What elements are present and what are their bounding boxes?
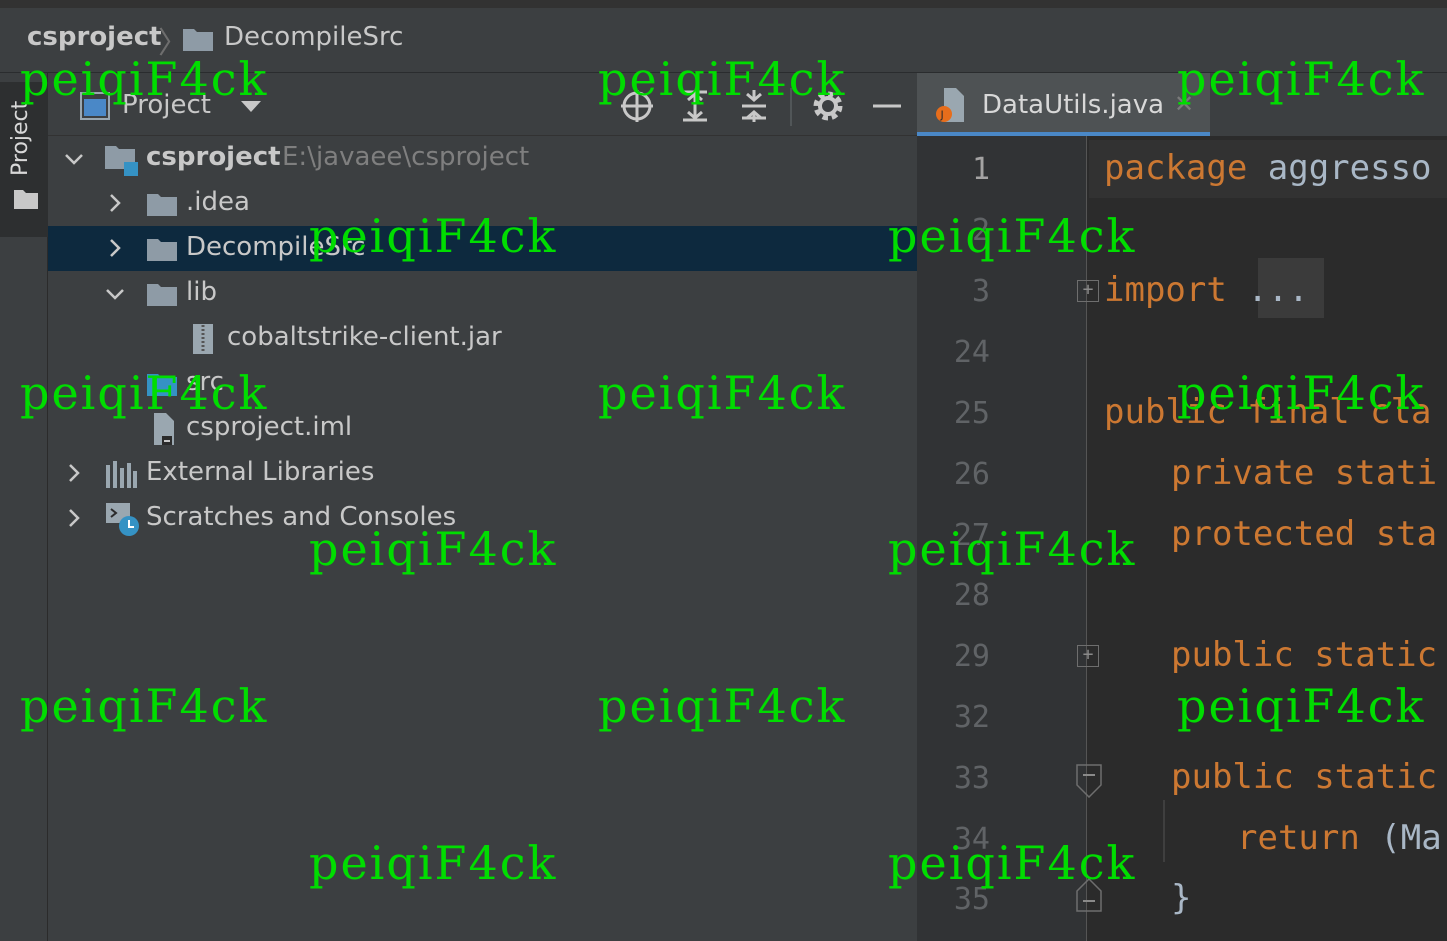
folder-icon bbox=[183, 29, 213, 51]
code-line-26: private stati bbox=[1171, 453, 1438, 493]
indent-guide bbox=[1163, 800, 1165, 862]
project-view-icon bbox=[80, 92, 110, 120]
line-number: 35 bbox=[953, 882, 990, 917]
scratches-icon bbox=[106, 503, 139, 536]
tree-label: .idea bbox=[186, 187, 250, 217]
chevron-right-icon[interactable] bbox=[105, 238, 125, 258]
tree-row-decompilesrc[interactable]: DecompileSrc bbox=[48, 226, 917, 271]
code-line-34: return (Ma bbox=[1237, 818, 1442, 858]
line-number: 33 bbox=[953, 761, 990, 796]
breadcrumb-root[interactable]: csproject bbox=[27, 22, 162, 52]
fold-expand-icon[interactable]: + bbox=[1077, 645, 1099, 667]
tree-label: cobaltstrike-client.jar bbox=[227, 322, 502, 352]
line-number: 1 bbox=[971, 152, 990, 187]
tree-row-external-libraries[interactable]: External Libraries bbox=[48, 451, 917, 496]
tree-label: src bbox=[186, 367, 224, 397]
line-number: 29 bbox=[953, 639, 990, 674]
chevron-right-icon[interactable] bbox=[64, 463, 84, 483]
fold-collapse-icon[interactable] bbox=[1076, 764, 1102, 798]
chevron-down-icon[interactable] bbox=[240, 100, 262, 114]
tree-label: csproject bbox=[146, 142, 281, 172]
minimize-icon[interactable] bbox=[869, 88, 905, 124]
fold-end-icon[interactable] bbox=[1076, 878, 1102, 912]
tree-label: External Libraries bbox=[146, 457, 375, 487]
editor-tab-label: DataUtils.java bbox=[982, 90, 1165, 120]
toolbar-divider bbox=[790, 88, 792, 126]
line-number: 28 bbox=[953, 578, 990, 613]
tree-row-scratches[interactable]: Scratches and Consoles bbox=[48, 496, 917, 541]
line-number: 34 bbox=[953, 822, 990, 857]
folder-icon bbox=[147, 194, 177, 216]
code-line-25: public final cla bbox=[1104, 392, 1432, 432]
line-number: 32 bbox=[953, 700, 990, 735]
project-module-icon bbox=[105, 146, 138, 176]
stripe-tab-label: Project bbox=[8, 100, 33, 176]
svg-text:J: J bbox=[940, 109, 944, 122]
collapse-all-icon[interactable] bbox=[736, 88, 772, 124]
chevron-down-icon[interactable] bbox=[105, 284, 125, 304]
gear-icon[interactable] bbox=[810, 88, 846, 124]
code-line-33: public static bbox=[1171, 757, 1438, 797]
tree-row-lib[interactable]: lib bbox=[48, 271, 917, 316]
line-number: 27 bbox=[953, 518, 990, 553]
code-line-29: public static bbox=[1171, 635, 1438, 675]
code-line-1: package aggresso bbox=[1104, 148, 1432, 188]
tree-label: lib bbox=[186, 277, 217, 307]
expand-all-icon[interactable] bbox=[677, 88, 713, 124]
chevron-down-icon[interactable] bbox=[64, 149, 84, 169]
chevron-right-icon[interactable] bbox=[64, 508, 84, 528]
project-path: E:\javaee\csproject bbox=[282, 142, 530, 172]
folder-icon bbox=[147, 239, 177, 261]
locate-icon[interactable] bbox=[619, 88, 655, 124]
code-line-27: protected sta bbox=[1171, 514, 1438, 554]
code-line-3: import ... bbox=[1104, 270, 1309, 310]
fold-expand-icon[interactable]: + bbox=[1077, 280, 1099, 302]
libraries-icon bbox=[106, 461, 137, 488]
breadcrumb-child[interactable]: DecompileSrc bbox=[224, 22, 403, 52]
tree-label: Scratches and Consoles bbox=[146, 502, 457, 532]
line-number: 3 bbox=[971, 274, 990, 309]
code-line-35: } bbox=[1171, 878, 1192, 918]
iml-file-icon bbox=[154, 413, 174, 445]
line-number: 2 bbox=[971, 213, 990, 248]
tree-row-iml[interactable]: csproject.iml bbox=[48, 406, 917, 451]
jar-archive-icon bbox=[193, 324, 213, 354]
tree-label: DecompileSrc bbox=[186, 232, 366, 262]
chevron-right-icon[interactable] bbox=[105, 193, 125, 213]
tree-row-root[interactable]: csproject E:\javaee\csproject bbox=[48, 136, 917, 181]
close-icon[interactable]: ✕ bbox=[1174, 90, 1194, 118]
tree-row-idea[interactable]: .idea bbox=[48, 181, 917, 226]
line-number: 25 bbox=[953, 396, 990, 431]
folder-icon bbox=[14, 190, 38, 209]
tree-label: csproject.iml bbox=[186, 412, 353, 442]
tree-row-src[interactable]: src bbox=[48, 361, 917, 406]
tree-row-jar[interactable]: cobaltstrike-client.jar bbox=[48, 316, 917, 361]
navigation-bar bbox=[0, 0, 1447, 73]
line-number: 24 bbox=[953, 335, 990, 370]
panel-title[interactable]: Project bbox=[122, 90, 211, 120]
folder-icon bbox=[147, 284, 177, 306]
source-folder-icon bbox=[147, 374, 177, 396]
line-number: 26 bbox=[953, 457, 990, 492]
java-file-icon: J bbox=[936, 88, 964, 122]
